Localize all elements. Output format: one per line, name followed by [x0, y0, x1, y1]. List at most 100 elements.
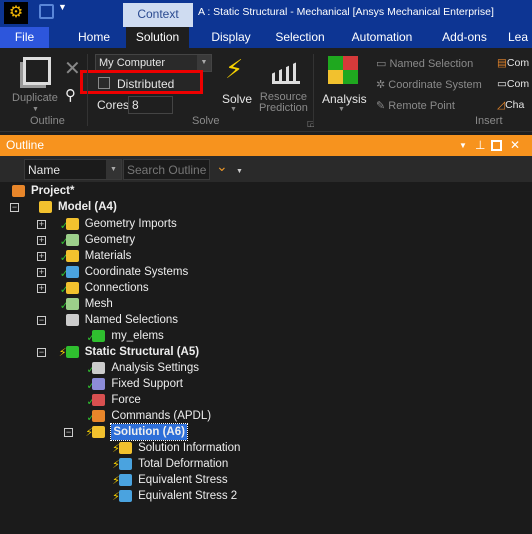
tree-item[interactable]: ⚡ Equivalent Stress 2: [0, 488, 532, 504]
geometry-icon: [65, 234, 79, 246]
tree-item[interactable]: + ✓ Connections: [0, 280, 532, 296]
tab-display[interactable]: Display: [200, 27, 262, 48]
ribbon-tabs: File Home Solution Display Selection Automati…: [0, 27, 532, 48]
tree-item[interactable]: ✓ Mesh: [0, 296, 532, 312]
tree-item[interactable]: − Named Selections: [0, 312, 532, 328]
tree-item[interactable]: ✓ Analysis Settings: [0, 360, 532, 376]
commands-button[interactable]: ▤Com: [497, 57, 529, 69]
filter-select[interactable]: Name ▼: [24, 159, 122, 180]
expand-icon[interactable]: +: [37, 252, 46, 261]
expand-icon[interactable]: +: [37, 268, 46, 277]
group-divider: [313, 54, 314, 126]
collapse-icon[interactable]: −: [37, 316, 46, 325]
toolbar-dropdown-icon[interactable]: ▼: [236, 168, 243, 175]
title-bar: ⚙ ▼ Context A : Static Structural - Mech…: [0, 0, 532, 27]
coordinate-system-button[interactable]: ✲ Coordinate System: [376, 78, 482, 91]
tree-item[interactable]: − ⚡ Static Structural (A5): [0, 344, 532, 360]
solve-group-label: Solve: [192, 115, 220, 127]
delete-icon[interactable]: ✕: [64, 56, 81, 81]
tab-home[interactable]: Home: [62, 27, 126, 48]
commands-icon: ▤: [497, 57, 507, 69]
tree-item[interactable]: ✓ Commands (APDL): [0, 408, 532, 424]
tree-item[interactable]: ⚡ Equivalent Stress: [0, 472, 532, 488]
named-selection-button[interactable]: ▭ Named Selection: [376, 57, 473, 70]
comment-button[interactable]: ▭Com: [497, 78, 529, 90]
expand-icon[interactable]: +: [37, 220, 46, 229]
app-gears-icon[interactable]: ⚙: [4, 2, 28, 24]
tree-item[interactable]: + ✓ Coordinate Systems: [0, 264, 532, 280]
geometry-imports-icon: [65, 218, 79, 230]
tree-item[interactable]: + ✓ Geometry Imports: [0, 216, 532, 232]
tree-item[interactable]: ⚡ Total Deformation: [0, 456, 532, 472]
analysis-icon: [328, 56, 358, 84]
tree-item-label: Model (A4): [58, 201, 117, 213]
solver-target-value: My Computer: [99, 57, 166, 69]
model-icon: [39, 201, 52, 213]
analysis-settings-icon: [92, 362, 106, 374]
static-structural-icon: [65, 346, 79, 358]
tab-add-ons[interactable]: Add-ons: [430, 27, 499, 48]
duplicate-icon: [23, 57, 51, 85]
tab-lea[interactable]: Lea: [508, 27, 532, 48]
chevron-down-icon: ▼: [106, 160, 121, 179]
tree-item[interactable]: ✓ Fixed Support: [0, 376, 532, 392]
tree-item[interactable]: ⚡ Solution Information: [0, 440, 532, 456]
expand-icon[interactable]: +: [37, 284, 46, 293]
tree-item-label: Named Selections: [84, 314, 179, 326]
panel-menu-icon[interactable]: ▼: [459, 135, 467, 156]
ribbon: Duplicate ▼ ✕ ⚲ Outline My Computer ▼ Di…: [0, 48, 532, 132]
coordinate-systems-icon: [65, 266, 79, 278]
project-icon: [12, 185, 25, 197]
save-icon[interactable]: [39, 4, 54, 19]
duplicate-dropdown-icon[interactable]: ▼: [32, 106, 39, 113]
collapse-icon[interactable]: −: [10, 203, 19, 212]
expand-icon[interactable]: +: [37, 236, 46, 245]
tree-item[interactable]: + ✓ Materials: [0, 248, 532, 264]
context-tab[interactable]: Context: [123, 3, 193, 27]
expand-chevron-icon[interactable]: ⌄: [216, 158, 228, 175]
fixed-support-icon: [92, 378, 106, 390]
collapse-icon[interactable]: −: [37, 348, 46, 357]
tree-item[interactable]: Project*: [0, 183, 532, 199]
tree-item[interactable]: − ⚡ Solution (A6): [0, 423, 532, 441]
tree-item[interactable]: + ✓ Geometry: [0, 232, 532, 248]
analysis-button[interactable]: Analysis: [322, 92, 367, 106]
chart-button[interactable]: ◿Cha: [497, 99, 524, 111]
tree-item-label: Geometry: [84, 234, 136, 246]
tab-automation[interactable]: Automation: [340, 27, 424, 48]
distributed-checkbox[interactable]: [98, 77, 110, 89]
cores-label: Cores: [97, 98, 130, 112]
duplicate-button[interactable]: Duplicate: [12, 92, 58, 104]
tree-item[interactable]: ✓ my_elems: [0, 328, 532, 344]
collapse-icon[interactable]: −: [64, 428, 73, 437]
outline-group-label: Outline: [30, 115, 65, 127]
chevron-down-icon: ▼: [197, 55, 211, 71]
solve-lightning-icon[interactable]: ⚡: [225, 54, 243, 85]
search-icon[interactable]: ⚲: [65, 86, 76, 104]
analysis-dropdown-icon[interactable]: ▼: [338, 106, 345, 113]
tree-item-label: Fixed Support: [111, 378, 183, 390]
tab-file[interactable]: File: [0, 27, 49, 48]
close-icon[interactable]: ✕: [510, 135, 520, 156]
commands-icon: [92, 410, 106, 422]
pin-icon[interactable]: ⊥: [475, 135, 485, 156]
solve-dropdown-icon[interactable]: ▼: [230, 106, 237, 113]
insert-group-label: Insert: [475, 115, 503, 127]
resource-prediction-button[interactable]: Resource Prediction: [259, 92, 308, 114]
quick-access-dropdown-icon[interactable]: ▼: [58, 2, 67, 12]
maximize-icon[interactable]: [491, 140, 502, 151]
tree-item-label: Solution Information: [138, 442, 241, 454]
tree-item[interactable]: − Model (A4): [0, 199, 532, 215]
tree-item[interactable]: ✓ Force: [0, 392, 532, 408]
search-outline-input[interactable]: Search Outline: [123, 159, 210, 180]
remote-point-button[interactable]: ✎ Remote Point: [376, 99, 455, 112]
equivalent-stress-icon: [119, 490, 133, 502]
outline-title: Outline: [6, 138, 45, 152]
window-title: A : Static Structural - Mechanical [Ansy…: [198, 6, 494, 18]
solve-button[interactable]: Solve: [222, 92, 252, 106]
chart-icon: ◿: [497, 99, 506, 111]
named-selection-icon: [92, 330, 106, 342]
tab-selection[interactable]: Selection: [263, 27, 337, 48]
cores-input[interactable]: 8: [128, 96, 173, 114]
tab-solution[interactable]: Solution: [126, 27, 189, 48]
